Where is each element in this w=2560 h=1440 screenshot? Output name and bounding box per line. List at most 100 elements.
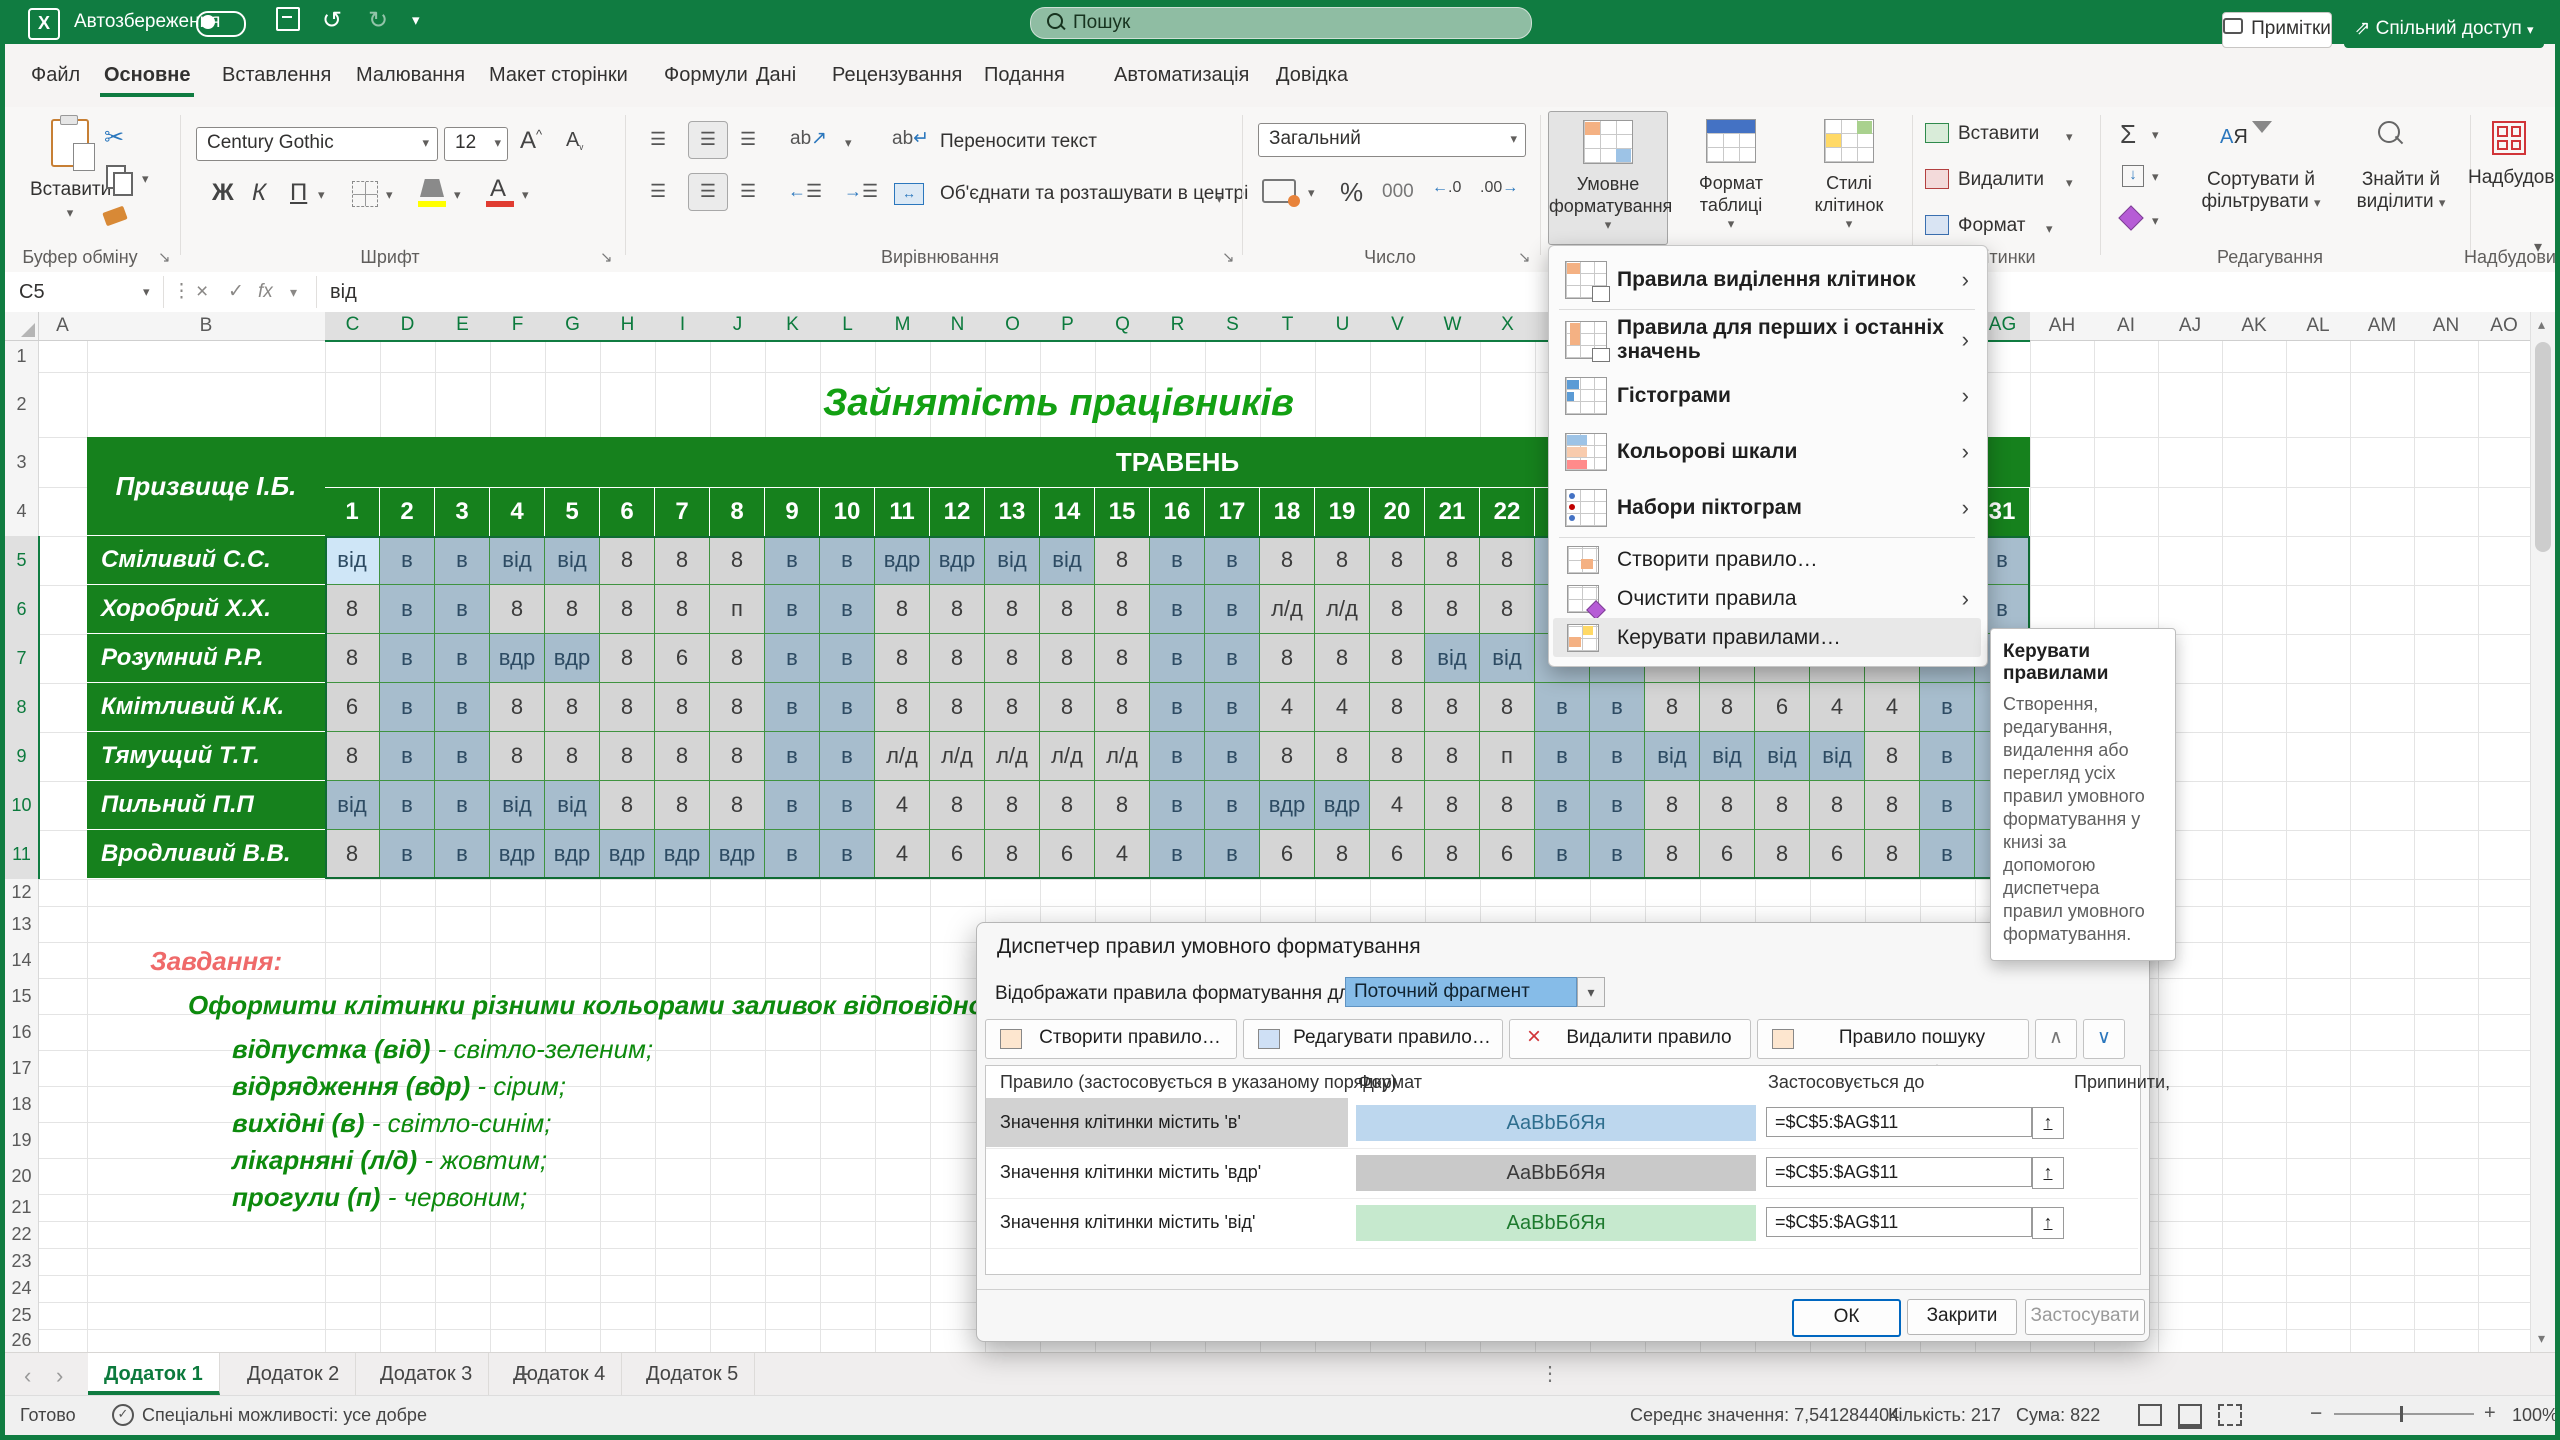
- data-cell[interactable]: 8: [1865, 830, 1920, 879]
- data-cell[interactable]: 8: [545, 585, 600, 634]
- data-cell[interactable]: 8: [655, 585, 710, 634]
- align-right-icon[interactable]: ☰: [740, 181, 756, 202]
- formula-input[interactable]: від: [330, 276, 357, 308]
- day-header-7[interactable]: 7: [655, 487, 710, 536]
- row-header-8[interactable]: 8: [5, 683, 40, 733]
- day-header-16[interactable]: 16: [1150, 487, 1205, 536]
- comma-style-icon[interactable]: 000: [1382, 181, 1414, 203]
- day-header-11[interactable]: 11: [875, 487, 930, 536]
- data-cell[interactable]: в: [380, 781, 435, 830]
- data-cell[interactable]: 8: [1095, 683, 1150, 732]
- underline-button[interactable]: П: [290, 179, 307, 207]
- data-cell[interactable]: 8: [600, 732, 655, 781]
- data-cell[interactable]: 8: [875, 634, 930, 683]
- data-cell[interactable]: 8: [1370, 585, 1425, 634]
- data-cell[interactable]: 8: [1810, 781, 1865, 830]
- row-header-13[interactable]: 13: [5, 906, 39, 943]
- data-cell[interactable]: 8: [1700, 683, 1755, 732]
- data-cell[interactable]: 8: [1865, 732, 1920, 781]
- addins-button[interactable]: Надбудови: [2468, 167, 2558, 189]
- data-cell[interactable]: 8: [930, 585, 985, 634]
- menu-item-color-scales[interactable]: Кольорові шкали›: [1553, 424, 1981, 480]
- tab-Малювання[interactable]: Малювання: [352, 58, 469, 93]
- save-icon[interactable]: [276, 7, 300, 38]
- day-header-1[interactable]: 1: [325, 487, 380, 536]
- data-cell[interactable]: в: [820, 830, 875, 879]
- day-header-17[interactable]: 17: [1205, 487, 1260, 536]
- data-cell[interactable]: л/д: [1040, 732, 1095, 781]
- dialog-new-rule-button[interactable]: Створити правило…: [985, 1019, 1237, 1059]
- data-cell[interactable]: в: [435, 781, 490, 830]
- data-cell[interactable]: 8: [600, 781, 655, 830]
- data-cell[interactable]: 8: [1095, 634, 1150, 683]
- data-cell[interactable]: 4: [1315, 683, 1370, 732]
- data-cell[interactable]: 6: [1700, 830, 1755, 879]
- data-cell[interactable]: в: [1150, 585, 1205, 634]
- sort-filter-button[interactable]: Сортувати йфільтрувати ▾: [2186, 169, 2336, 213]
- tab-Файл[interactable]: Файл: [27, 58, 84, 93]
- data-cell[interactable]: 8: [1425, 781, 1480, 830]
- font-size-select[interactable]: 12▾: [444, 127, 508, 161]
- rule-row[interactable]: Значення клітинки містить 'вдр'АаВbБбЯя=…: [986, 1148, 2138, 1199]
- format-cells-chevron-icon[interactable]: ▾: [2046, 221, 2053, 237]
- autosum-icon[interactable]: Σ: [2120, 119, 2136, 150]
- data-cell[interactable]: 8: [325, 732, 380, 781]
- cf-rules-manager-dialog[interactable]: Диспетчер правил умовного форматування ?…: [976, 922, 2150, 1342]
- data-cell[interactable]: 8: [1040, 634, 1095, 683]
- data-cell[interactable]: 8: [1260, 732, 1315, 781]
- status-count[interactable]: Кількість: 217: [1888, 1405, 2001, 1426]
- autosave-toggle[interactable]: [196, 11, 246, 37]
- data-cell[interactable]: в: [1920, 732, 1975, 781]
- zoom-slider[interactable]: [2334, 1413, 2474, 1415]
- data-cell[interactable]: 6: [1260, 830, 1315, 879]
- increase-indent-icon[interactable]: →☰: [844, 181, 878, 202]
- row-header-20[interactable]: 20: [5, 1158, 39, 1195]
- move-rule-down-button[interactable]: ∨: [2083, 1019, 2125, 1059]
- font-color-icon[interactable]: A: [490, 175, 506, 203]
- data-cell[interactable]: в: [380, 732, 435, 781]
- data-cell[interactable]: 8: [1315, 536, 1370, 585]
- data-cell[interactable]: 8: [325, 585, 380, 634]
- data-cell[interactable]: 8: [1645, 781, 1700, 830]
- data-cell[interactable]: в: [1590, 830, 1645, 879]
- data-cell[interactable]: в: [380, 634, 435, 683]
- new-sheet-button[interactable]: +: [516, 1361, 530, 1389]
- percent-style-icon[interactable]: %: [1340, 177, 1363, 208]
- column-header-M[interactable]: M: [875, 312, 931, 342]
- scope-chevron[interactable]: ▾: [1577, 977, 1605, 1007]
- column-header-B[interactable]: B: [87, 312, 326, 341]
- rule-row[interactable]: Значення клітинки містить 'в'АаВbБбЯя=$C…: [986, 1098, 2138, 1149]
- data-cell[interactable]: в: [1205, 830, 1260, 879]
- column-header-T[interactable]: T: [1260, 312, 1316, 342]
- cut-icon[interactable]: ✂: [104, 123, 124, 152]
- data-cell[interactable]: в: [435, 536, 490, 585]
- data-cell[interactable]: від: [1700, 732, 1755, 781]
- column-header-R[interactable]: R: [1150, 312, 1206, 342]
- row-header-24[interactable]: 24: [5, 1275, 39, 1303]
- data-cell[interactable]: 8: [1755, 830, 1810, 879]
- data-cell[interactable]: в: [435, 634, 490, 683]
- data-cell[interactable]: 8: [1645, 830, 1700, 879]
- borders-chevron-icon[interactable]: ▾: [386, 187, 393, 203]
- data-cell[interactable]: 6: [655, 634, 710, 683]
- data-cell[interactable]: 8: [1040, 585, 1095, 634]
- zoom-slider-thumb[interactable]: [2400, 1406, 2403, 1422]
- clear-chevron-icon[interactable]: ▾: [2152, 213, 2159, 229]
- column-header-G[interactable]: G: [545, 312, 601, 342]
- data-cell[interactable]: в: [820, 634, 875, 683]
- rule-applies-range[interactable]: =$C$5:$AG$11: [1766, 1207, 2032, 1237]
- data-cell[interactable]: в: [380, 585, 435, 634]
- dialog-duplicate-rule-button[interactable]: Правило пошуку повторів: [1757, 1019, 2029, 1059]
- menu-item-new-rule[interactable]: Створити правило…: [1553, 540, 1981, 579]
- column-header-AK[interactable]: AK: [2222, 312, 2287, 341]
- data-cell[interactable]: в: [1535, 830, 1590, 879]
- data-cell[interactable]: 8: [930, 634, 985, 683]
- number-format-select[interactable]: Загальний▾: [1258, 123, 1526, 157]
- rule-applies-range[interactable]: =$C$5:$AG$11: [1766, 1157, 2032, 1187]
- day-header-22[interactable]: 22: [1480, 487, 1535, 536]
- data-cell[interactable]: 8: [1480, 781, 1535, 830]
- data-cell[interactable]: 8: [1425, 732, 1480, 781]
- data-cell[interactable]: 6: [1810, 830, 1865, 879]
- data-cell[interactable]: 8: [600, 585, 655, 634]
- day-header-6[interactable]: 6: [600, 487, 655, 536]
